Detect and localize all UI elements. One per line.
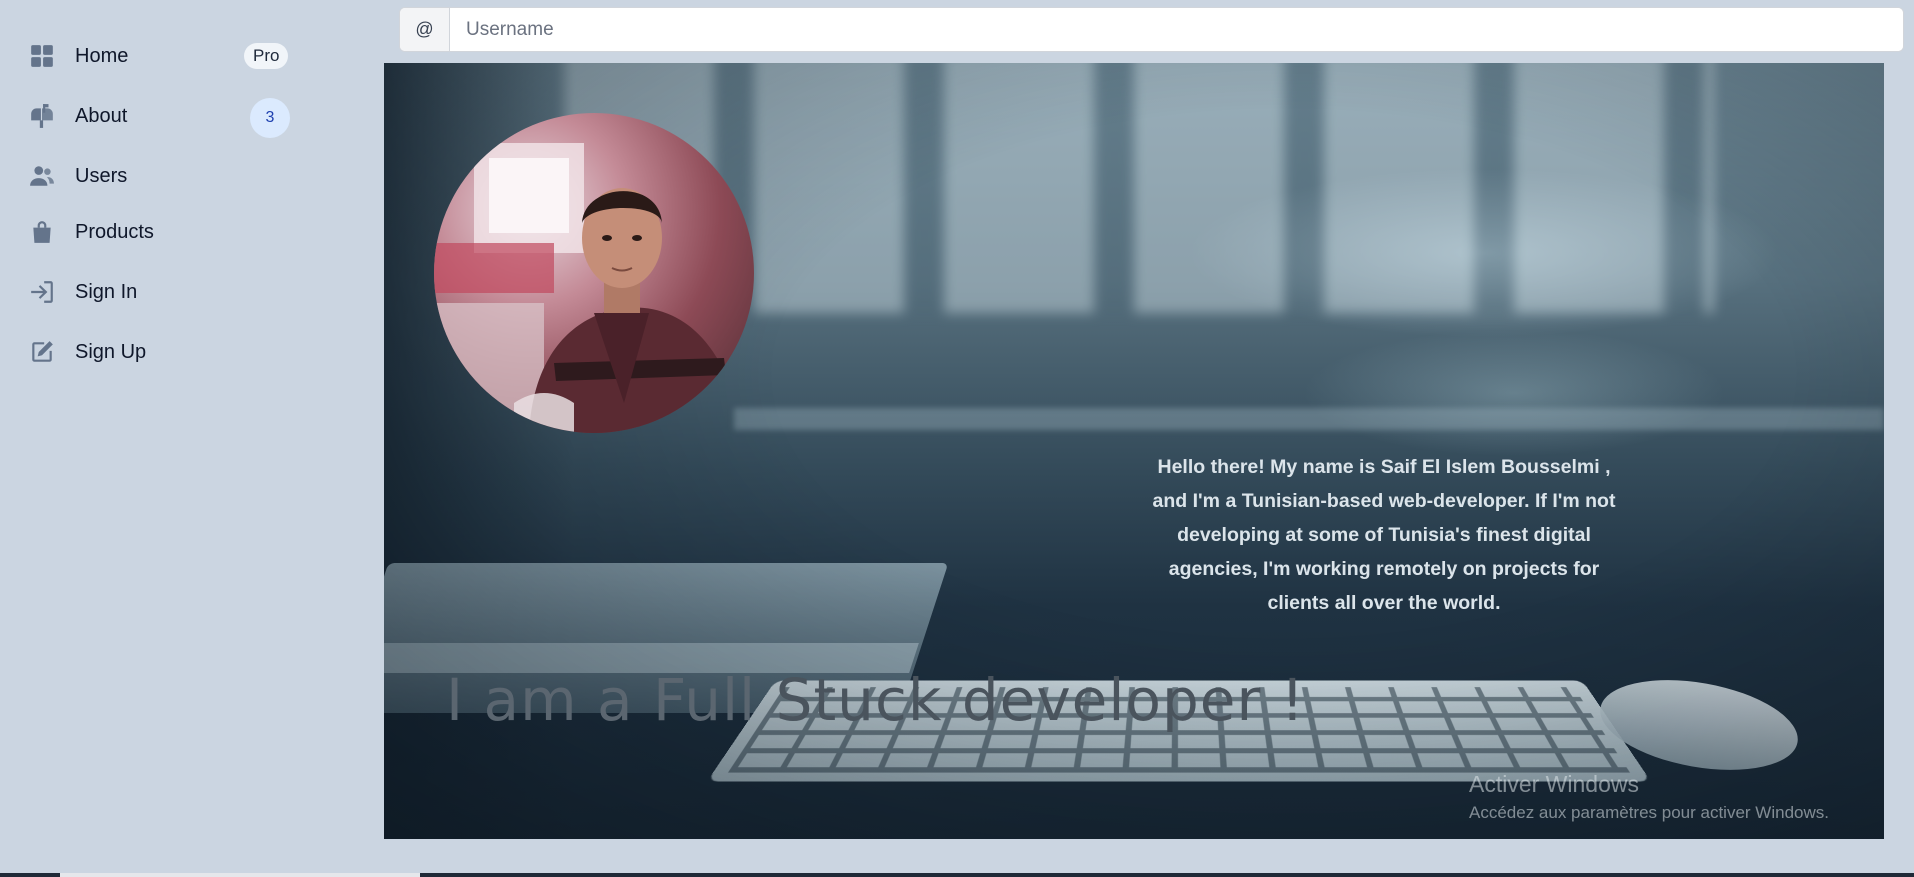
sidebar: Home Pro About 3 Users Products Sign In … [0,0,310,877]
tagline: I am a Full Stuck developer ! [446,666,1305,734]
sidebar-item-users[interactable]: Users [0,150,310,202]
edit-icon [29,339,55,365]
sign-in-icon [29,279,55,305]
tagline-start: I am a Full [446,666,776,734]
shopping-bag-icon [29,219,55,245]
sidebar-item-home[interactable]: Home Pro [0,30,310,82]
sidebar-item-label: Home [75,45,128,68]
count-badge: 3 [250,98,290,138]
taskbar-strip [0,873,1914,877]
watermark-subtitle: Accédez aux paramètres pour activer Wind… [1469,803,1829,823]
sidebar-item-sign-up[interactable]: Sign Up [0,322,310,382]
at-sign-addon: @ [400,8,450,51]
pro-badge: Pro [244,43,288,69]
sidebar-item-sign-in[interactable]: Sign In [0,262,310,322]
sidebar-item-label: About [75,105,127,128]
sidebar-item-label: Sign In [75,281,137,304]
users-icon [29,163,55,189]
watermark-title: Activer Windows [1469,771,1829,798]
sidebar-item-products[interactable]: Products [0,202,310,262]
hero-banner: Hello there! My name is Saif El Islem Bo… [384,63,1884,839]
sidebar-item-about[interactable]: About 3 [0,90,310,142]
username-input[interactable] [450,8,1903,51]
mailbox-icon [29,103,55,129]
sidebar-item-label: Sign Up [75,341,146,364]
sidebar-item-label: Products [75,221,154,244]
tagline-end: Stuck developer ! [776,666,1305,734]
username-input-group: @ [399,7,1904,52]
windows-activation-watermark: Activer Windows Accédez aux paramètres p… [1469,771,1829,823]
bio-text: Hello there! My name is Saif El Islem Bo… [1139,450,1629,620]
grid-icon [29,43,55,69]
sidebar-item-label: Users [75,165,127,188]
avatar [434,113,754,433]
